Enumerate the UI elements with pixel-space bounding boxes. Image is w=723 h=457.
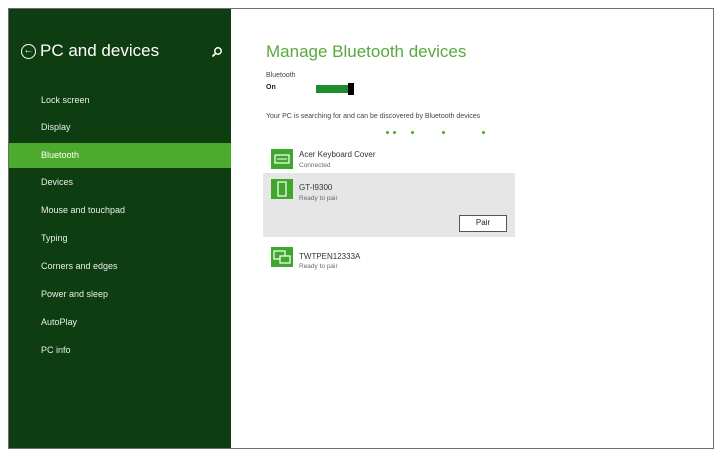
bluetooth-state: On	[266, 84, 276, 91]
sidebar-item-autoplay[interactable]: AutoPlay	[9, 310, 231, 335]
sidebar-item-bluetooth[interactable]: Bluetooth	[9, 143, 231, 168]
sidebar-item-devices[interactable]: Devices	[9, 170, 231, 195]
search-icon[interactable]	[211, 46, 223, 58]
progress-dot	[411, 131, 414, 134]
device-name: TWTPEN12333A	[299, 252, 361, 261]
device-status: Connected	[299, 162, 331, 169]
toggle-thumb	[348, 83, 354, 95]
device-item-computer[interactable]: TWTPEN12333A Ready to pair	[263, 243, 515, 271]
sidebar-item-pc-info[interactable]: PC info	[9, 338, 231, 363]
device-name: Acer Keyboard Cover	[299, 150, 376, 159]
progress-dot	[482, 131, 485, 134]
sidebar-item-display[interactable]: Display	[9, 115, 231, 140]
pair-button[interactable]: Pair	[459, 215, 507, 232]
sidebar-item-mouse-touchpad[interactable]: Mouse and touchpad	[9, 198, 231, 223]
sidebar-item-corners-edges[interactable]: Corners and edges	[9, 254, 231, 279]
bluetooth-label: Bluetooth	[266, 72, 296, 79]
device-status: Ready to pair	[299, 195, 338, 202]
sidebar-title: PC and devices	[40, 41, 160, 60]
page-title: Manage Bluetooth devices	[266, 42, 467, 61]
sidebar-item-typing[interactable]: Typing	[9, 226, 231, 251]
sidebar: ← PC and devices Lock screen Display Blu…	[9, 9, 231, 448]
progress-dot	[442, 131, 445, 134]
back-arrow-icon[interactable]: ←	[21, 44, 36, 59]
main-panel: Manage Bluetooth devices Bluetooth On Yo…	[231, 9, 713, 448]
progress-dot	[393, 131, 396, 134]
searching-progress-dots	[386, 131, 486, 137]
bluetooth-toggle[interactable]	[316, 83, 354, 95]
phone-icon	[271, 179, 293, 199]
sidebar-item-lock-screen[interactable]: Lock screen	[9, 88, 231, 113]
sidebar-item-power-sleep[interactable]: Power and sleep	[9, 282, 231, 307]
device-name: GT-I9300	[299, 183, 333, 192]
progress-dot	[386, 131, 389, 134]
searching-text: Your PC is searching for and can be disc…	[266, 113, 481, 120]
settings-window: ← PC and devices Lock screen Display Blu…	[8, 8, 714, 449]
device-item-phone[interactable]: GT-I9300 Ready to pair Pair	[263, 173, 515, 237]
computer-icon	[271, 247, 293, 267]
keyboard-icon	[271, 149, 293, 169]
device-status: Ready to pair	[299, 263, 338, 270]
device-item-keyboard[interactable]: Acer Keyboard Cover Connected	[263, 145, 515, 173]
